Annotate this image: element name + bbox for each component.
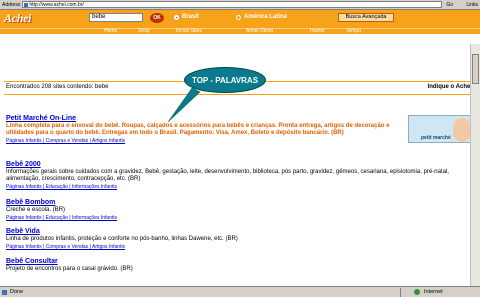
page-icon (24, 3, 29, 7)
indique-link[interactable]: Indique o Achei (428, 84, 472, 90)
nav-achei-otimo[interactable]: Achei Ótimo (246, 28, 273, 34)
result-title[interactable]: Petit Marché On-Line (6, 115, 406, 122)
result-category[interactable]: Páginas Infantis | Compras e Vendas | Ar… (6, 138, 406, 144)
petit-marche-banner[interactable]: petit marché (408, 115, 474, 143)
result-title[interactable]: Bebê 2000 (6, 161, 476, 168)
address-label: Address (2, 1, 21, 8)
result-description: Creche e escola. (BR) (6, 207, 66, 213)
nav-bar: Home Shop Incluir Sites Achei Ótimo Humo… (0, 28, 480, 34)
result-category[interactable]: Páginas Infantis | Educação | Informaçõe… (6, 215, 476, 221)
radio-brasil-label: Brasil (182, 14, 199, 20)
result-item: Bebê Consultar Projeto de encontros para… (6, 258, 476, 273)
browser-window: { "browser": { "address_label": "Address… (0, 0, 480, 297)
results-count: Encontrados 208 sites contendo: bebe (6, 84, 109, 90)
top-palavras-callout: TOP - PALAVRAS (184, 67, 266, 93)
zone-text: Internet (424, 289, 443, 295)
result-title[interactable]: Bebê Bombom (6, 199, 476, 206)
internet-zone-icon (414, 289, 420, 295)
go-button[interactable]: Go (446, 2, 453, 8)
result-title[interactable]: Bebê Consultar (6, 258, 476, 265)
radio-america-latina[interactable] (236, 15, 241, 20)
nav-shop[interactable]: Shop (138, 28, 150, 34)
links-toolbar[interactable]: Links (466, 2, 480, 8)
nav-home[interactable]: Home (104, 28, 117, 34)
address-bar: Address http://www.achei.com.br/ Go Link… (0, 0, 480, 10)
search-input[interactable]: bebe (89, 13, 143, 22)
url-field[interactable]: http://www.achei.com.br/ (22, 1, 443, 8)
result-description: Informações gerais sobre cuidados com a … (6, 169, 449, 182)
result-item: Bebê Bombom Creche e escola. (BR) Página… (6, 199, 476, 221)
result-item: Petit Marché On-Line Linha completa para… (6, 115, 406, 144)
vertical-scrollbar[interactable] (470, 44, 480, 286)
status-bar: Done Internet (0, 286, 480, 297)
result-item: Bebê Vida Linha de produtos infantis, pr… (6, 228, 476, 250)
radio-brasil[interactable] (174, 15, 179, 20)
url-text: http://www.achei.com.br/ (29, 2, 84, 8)
scrollbar-thumb[interactable] (472, 54, 479, 84)
achei-logo[interactable]: Achei (4, 11, 31, 26)
baby-image (453, 118, 471, 142)
ok-button[interactable]: OK (150, 13, 164, 23)
nav-incluir-sites[interactable]: Incluir Sites (176, 28, 202, 34)
result-title[interactable]: Bebê Vida (6, 228, 476, 235)
divider (400, 288, 401, 297)
result-description: Projeto de encontros para o casal grávid… (6, 266, 133, 272)
result-description: Linha completa para o enxoval do bebê. R… (6, 123, 390, 136)
result-description: Linha de produtos infantis, proteção e c… (6, 236, 238, 242)
result-category[interactable]: Páginas Infantis | Compras e Vendas | Ar… (6, 244, 476, 250)
nav-humor[interactable]: Humor (310, 28, 325, 34)
banner-text: petit marché (421, 135, 451, 141)
result-item: Bebê 2000 Informações gerais sobre cuida… (6, 161, 476, 190)
result-category[interactable]: Páginas Infantis | Educação | Informaçõe… (6, 184, 476, 190)
nav-tempo[interactable]: Tempo (346, 28, 361, 34)
radio-america-label: América Latina (244, 14, 288, 20)
ie-icon (2, 289, 7, 295)
status-text: Done (10, 289, 24, 295)
advanced-search-button[interactable]: Busca Avançada (338, 13, 394, 22)
divider (4, 94, 476, 95)
